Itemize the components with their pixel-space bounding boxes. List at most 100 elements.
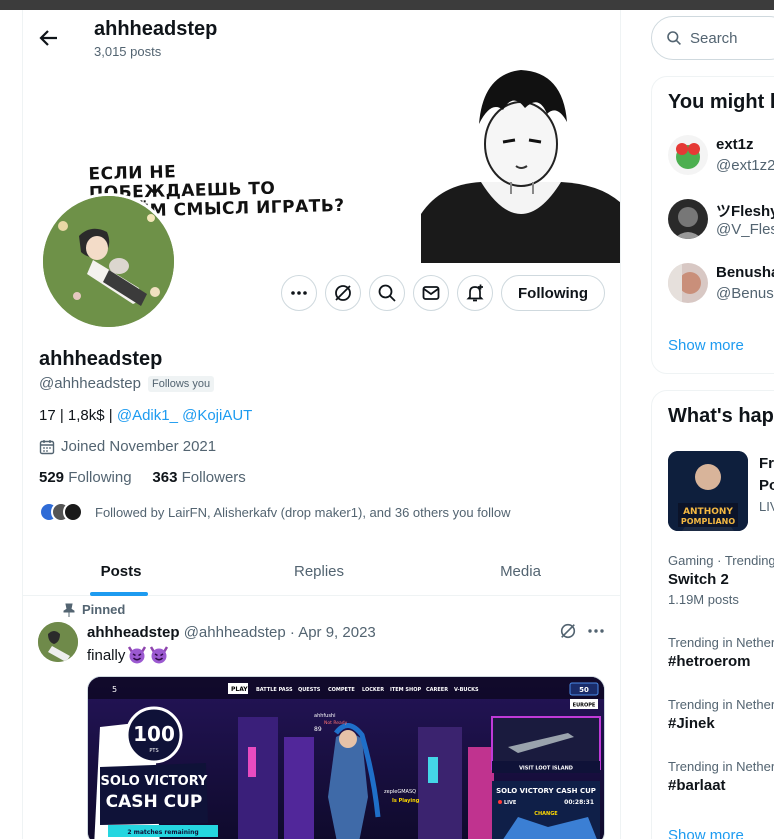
show-more-link[interactable]: Show more: [668, 827, 744, 839]
whats-happening-title: What's happening: [668, 405, 774, 427]
svg-text:zepleGMASQ: zepleGMASQ: [384, 789, 416, 795]
search-icon: [378, 284, 396, 302]
pin-icon: [63, 603, 75, 617]
svg-text:LIVE: LIVE: [504, 800, 517, 806]
grok-icon[interactable]: [559, 622, 577, 640]
whats-happening-card: What's happening ANTHONY POMPLIANO Fr Po…: [651, 390, 774, 839]
fortnite-lobby-screenshot: 5 PLAY BATTLE PASS QUESTS COMPETE LOCKER…: [88, 677, 604, 839]
tweet-author-handle[interactable]: @ahhheadstep: [184, 624, 286, 641]
smiling-devil-emoji-icon: [128, 646, 147, 664]
tab-posts[interactable]: Posts: [23, 546, 219, 596]
pinned-label: Pinned: [63, 602, 125, 617]
search-placeholder: Search: [690, 29, 738, 47]
svg-text:LOCKER: LOCKER: [362, 687, 384, 693]
smiling-devil-emoji-icon: [150, 646, 169, 664]
svg-text:CHANGE: CHANGE: [534, 811, 558, 817]
svg-text:2 matches remaining: 2 matches remaining: [127, 829, 198, 836]
svg-text:SOLO VICTORY CASH CUP: SOLO VICTORY CASH CUP: [496, 787, 596, 795]
suggestion-handle: @V_Fleshy: [716, 221, 774, 238]
suggestion-item[interactable]: ツFleshy @V_Fleshy: [668, 199, 774, 243]
svg-text:5: 5: [112, 685, 117, 694]
envelope-icon: [422, 286, 440, 300]
suggestion-item[interactable]: Benusha @Benusha: [668, 263, 774, 307]
trend-item[interactable]: Trending in Netherlands #hetroerom: [668, 635, 774, 670]
event-title-line[interactable]: Po: [759, 477, 774, 494]
banner-manga-illustration: [421, 64, 620, 263]
suggestion-avatar: [668, 263, 708, 303]
back-arrow-icon[interactable]: [37, 26, 61, 50]
svg-text:ITEM SHOP: ITEM SHOP: [390, 687, 421, 693]
event-meta: LIV: [759, 499, 774, 514]
show-more-link[interactable]: Show more: [668, 337, 744, 354]
svg-text:COMPETE: COMPETE: [328, 687, 355, 693]
search-profile-button[interactable]: [369, 275, 405, 311]
event-image[interactable]: ANTHONY POMPLIANO: [668, 451, 748, 531]
joined-date: Joined November 2021: [39, 438, 216, 455]
tweet-text: finally: [87, 646, 169, 664]
who-to-follow-card: You might like ext1z @ext1z20 ツFleshy @V…: [651, 76, 774, 374]
followed-by-text: Followed by LairFN, Alisherkafv (drop ma…: [95, 504, 511, 520]
suggestion-handle: @ext1z20: [716, 157, 774, 174]
suggestion-handle: @Benusha: [716, 285, 774, 302]
followed-by-row[interactable]: Followed by LairFN, Alisherkafv (drop ma…: [39, 500, 510, 524]
svg-text:Is Playing: Is Playing: [392, 798, 420, 804]
suggestion-name: ext1z: [716, 136, 754, 153]
message-button[interactable]: [413, 275, 449, 311]
tab-replies[interactable]: Replies: [219, 546, 419, 596]
more-dots-icon[interactable]: [587, 622, 605, 640]
svg-text:ANTHONY: ANTHONY: [683, 507, 733, 517]
who-to-follow-title: You might like: [668, 91, 774, 113]
profile-header: ahhheadstep 3,015 posts: [23, 10, 620, 64]
search-box[interactable]: Search: [651, 16, 774, 60]
svg-text:POMPLIANO: POMPLIANO: [681, 517, 735, 526]
svg-text:PLAY: PLAY: [231, 686, 248, 693]
trend-item[interactable]: Trending in Netherlands #Jinek: [668, 697, 774, 732]
followers-stat[interactable]: 363 Followers: [152, 469, 245, 486]
tweet-author-avatar[interactable]: [38, 622, 78, 662]
svg-text:Not Ready: Not Ready: [324, 720, 348, 726]
bio-link-koji[interactable]: @KojiAUT: [182, 407, 252, 424]
more-options-button[interactable]: [281, 275, 317, 311]
svg-text:50: 50: [579, 686, 589, 694]
tab-media[interactable]: Media: [419, 546, 620, 596]
calendar-icon: [39, 439, 55, 454]
svg-text:89: 89: [314, 726, 322, 733]
trend-item[interactable]: Gaming · Trending Switch 2 1.19M posts: [668, 553, 774, 607]
bell-plus-icon: [466, 284, 484, 302]
suggestion-item[interactable]: ext1z @ext1z20: [668, 135, 774, 179]
suggestion-name: ツFleshy: [716, 203, 774, 220]
tweet-date[interactable]: · Apr 9, 2023: [290, 624, 376, 641]
tweet-action-icons: [559, 622, 605, 640]
trend-item[interactable]: Trending in Netherlands #barlaat: [668, 759, 774, 794]
notifications-button[interactable]: [457, 275, 493, 311]
bio-link-adik[interactable]: @Adik1_: [117, 407, 178, 424]
header-post-count: 3,015 posts: [94, 44, 162, 59]
tweet-media-image[interactable]: 5 PLAY BATTLE PASS QUESTS COMPETE LOCKER…: [87, 676, 605, 839]
tweet-author-name[interactable]: ahhheadstep: [87, 624, 180, 641]
header-title: ahhheadstep: [94, 18, 218, 40]
svg-text:PTS: PTS: [149, 748, 158, 754]
grok-button[interactable]: [325, 275, 361, 311]
svg-text:CASH CUP: CASH CUP: [106, 792, 203, 812]
profile-avatar[interactable]: [40, 193, 177, 330]
follows-you-badge: Follows you: [148, 376, 215, 392]
following-stat[interactable]: 529 Following: [39, 469, 132, 486]
svg-text:EUROPE: EUROPE: [573, 703, 596, 709]
search-icon: [667, 31, 681, 45]
follower-avatar: [63, 502, 83, 522]
browser-top-bar: [0, 0, 774, 10]
event-title-line[interactable]: Fr: [759, 455, 774, 472]
profile-tabs: Posts Replies Media: [23, 546, 620, 596]
active-tab-indicator: [90, 592, 148, 596]
suggestion-avatar: [668, 199, 708, 239]
following-button[interactable]: Following: [501, 275, 605, 311]
more-dots-icon: [291, 291, 307, 295]
profile-name: ahhheadstep: [39, 348, 163, 370]
svg-text:VISIT LOOT ISLAND: VISIT LOOT ISLAND: [519, 766, 573, 772]
svg-text:CAREER: CAREER: [426, 687, 448, 693]
svg-text:00:28:31: 00:28:31: [564, 799, 594, 806]
right-sidebar: Search You might like ext1z @ext1z20 ツFl…: [651, 10, 774, 839]
follow-stats: 529 Following 363 Followers: [39, 469, 246, 486]
tweet-header: ahhheadstep @ahhheadstep · Apr 9, 2023: [87, 624, 376, 641]
grok-icon: [335, 285, 351, 301]
